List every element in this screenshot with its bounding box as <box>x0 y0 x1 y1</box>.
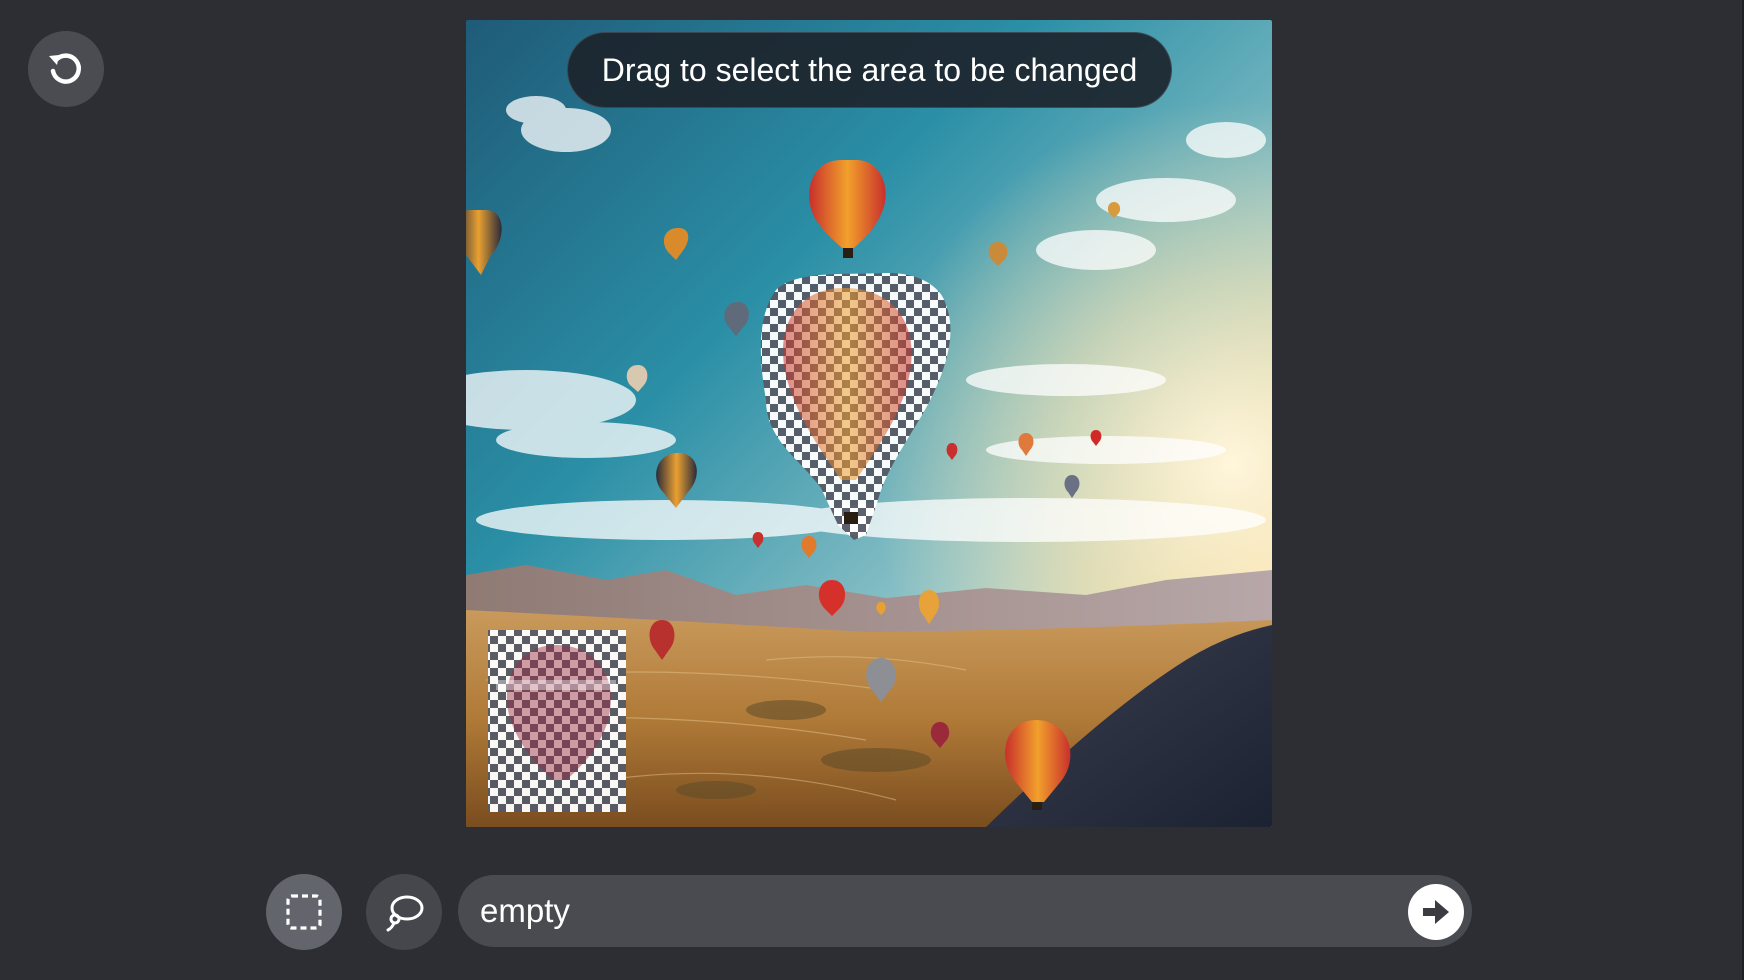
selection-hint: Drag to select the area to be changed <box>567 32 1172 108</box>
image-canvas[interactable] <box>466 20 1272 827</box>
arrow-right-icon <box>1423 900 1449 924</box>
prompt-input[interactable] <box>480 875 1360 947</box>
undo-icon <box>49 53 82 84</box>
rectangle-select-icon <box>286 894 322 930</box>
erased-region-bottom-left <box>488 630 626 812</box>
balloon-scene-image <box>466 20 1272 827</box>
undo-button[interactable] <box>28 31 104 107</box>
lasso-select-icon <box>386 895 424 932</box>
prompt-bar <box>458 875 1472 947</box>
rectangle-select-button[interactable] <box>266 874 342 950</box>
lasso-select-button[interactable] <box>366 874 442 950</box>
editor-stage: Drag to select the area to be changed <box>0 0 1744 980</box>
send-button[interactable] <box>1408 884 1464 940</box>
